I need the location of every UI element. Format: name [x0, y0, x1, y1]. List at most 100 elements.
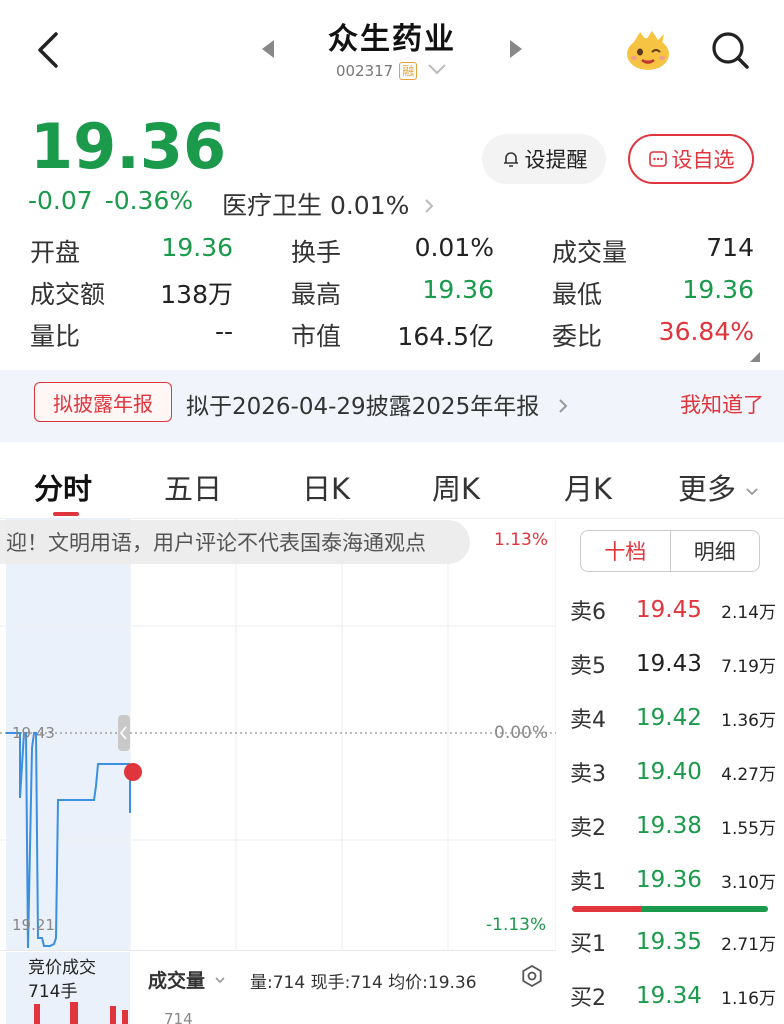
change-percent: -0.36% [104, 186, 194, 215]
auction-amount: 714手 [28, 982, 78, 1002]
tab-more[interactable]: 更多 [678, 466, 759, 508]
chart-tabs: 分时 五日 日K 周K 月K 更多 [0, 458, 784, 516]
pct-mid-label: 0.00% [494, 723, 549, 743]
stats-row: 成交额 138万 最高 19.36 最低 19.36 [30, 272, 754, 314]
search-icon[interactable] [708, 28, 752, 72]
ob-level: 卖2 [570, 816, 606, 841]
stat-value: -- [214, 317, 233, 346]
volume-dropdown-label: 成交量 [148, 970, 206, 992]
volume-axis-value: 714 [164, 1010, 193, 1024]
active-tab-indicator [53, 512, 79, 516]
expand-stats-icon[interactable] [750, 352, 760, 362]
ob-volume: 2.71万 [721, 934, 776, 955]
stat-amount: 成交额 138万 [30, 275, 291, 311]
ob-price: 19.42 [636, 705, 702, 731]
stat-label: 成交额 [30, 280, 106, 309]
tab-ten-level[interactable]: 十档 [581, 531, 671, 571]
stats-row: 开盘 19.36 换手 0.01% 成交量 714 [30, 230, 754, 272]
notice-text[interactable]: 拟于2026-04-29披露2025年年报 [186, 387, 569, 421]
chevron-down-icon [746, 488, 758, 496]
stat-open: 开盘 19.36 [30, 233, 291, 269]
ob-level: 卖4 [570, 708, 606, 733]
ob-price: 19.45 [636, 597, 702, 623]
stat-low: 最低 19.36 [552, 275, 754, 311]
add-watchlist-icon [648, 151, 667, 167]
stat-value: 164.5亿 [397, 322, 494, 351]
settings-icon[interactable] [520, 964, 544, 988]
set-alert-label: 设提醒 [524, 148, 588, 172]
ob-level: 卖6 [570, 600, 606, 625]
orderbook-row[interactable]: 卖4 19.42 1.36万 [570, 698, 776, 738]
orderbook-row[interactable]: 买1 19.35 2.71万 [570, 922, 776, 962]
ob-level: 卖3 [570, 762, 606, 787]
ob-price: 19.43 [636, 651, 702, 677]
stat-order-ratio: 委比 36.84% [552, 317, 754, 353]
ob-price: 19.36 [636, 867, 702, 893]
set-alert-button[interactable]: 设提醒 [482, 134, 606, 184]
stat-value: 19.36 [161, 233, 233, 262]
volume-info: 量:714 现手:714 均价:19.36 [250, 973, 477, 993]
next-stock-icon[interactable] [510, 40, 522, 58]
stat-value: 138万 [160, 280, 233, 309]
ob-price: 19.34 [636, 983, 702, 1009]
stat-value: 0.01% [414, 233, 494, 262]
orderbook-row[interactable]: 卖1 19.36 3.10万 [570, 860, 776, 900]
sector-label: 医疗卫生 0.01% [222, 191, 410, 220]
tab-daily-k[interactable]: 日K [302, 466, 350, 508]
tab-intraday[interactable]: 分时 [34, 466, 92, 508]
ob-volume: 1.55万 [721, 818, 776, 839]
tab-more-label: 更多 [678, 472, 737, 506]
bell-icon [503, 152, 518, 167]
chevron-down-icon [215, 977, 225, 984]
stats-grid: 开盘 19.36 换手 0.01% 成交量 714 成交额 138万 最高 19.36 最… [30, 230, 754, 356]
add-watchlist-button[interactable]: 设自选 [628, 134, 754, 184]
auction-title: 竞价成交 [28, 958, 96, 978]
tab-monthly-k[interactable]: 月K [564, 466, 612, 508]
notice-message: 拟于2026-04-29披露2025年年报 [186, 394, 540, 420]
ob-level: 买2 [570, 986, 606, 1011]
tab-five-day[interactable]: 五日 [164, 466, 222, 508]
stat-turnover: 换手 0.01% [291, 233, 552, 269]
stat-value: 19.36 [422, 275, 494, 304]
intraday-chart[interactable] [0, 518, 556, 950]
chart-grid [0, 518, 556, 950]
stat-label: 最低 [552, 280, 603, 309]
sector-link[interactable]: 医疗卫生 0.01% [222, 186, 435, 222]
volume-bars [34, 1002, 128, 1024]
ob-level: 卖5 [570, 654, 606, 679]
margin-badge: 融 [399, 62, 418, 80]
price-change: -0.07 -0.36% [28, 186, 205, 215]
tab-detail[interactable]: 明细 [671, 531, 760, 571]
ob-volume: 2.14万 [721, 602, 776, 623]
stat-label: 最高 [291, 280, 342, 309]
tab-weekly-k[interactable]: 周K [432, 466, 480, 508]
change-value: -0.07 [28, 186, 93, 215]
stat-volume: 成交量 714 [552, 233, 754, 269]
volume-indicator-dropdown[interactable]: 成交量 [148, 966, 226, 993]
orderbook-row[interactable]: 卖3 19.40 4.27万 [570, 752, 776, 792]
stat-value: 714 [706, 233, 754, 262]
stock-code: 002317 [335, 62, 394, 80]
stat-volume-ratio: 量比 -- [30, 317, 291, 353]
price-mid-label: 19.43 [12, 724, 55, 742]
dismiss-notice-button[interactable]: 我知道了 [680, 389, 764, 419]
orderbook-row[interactable]: 卖5 19.43 7.19万 [570, 644, 776, 684]
ob-volume: 1.36万 [721, 710, 776, 731]
chevron-right-icon [558, 399, 567, 413]
ask-ratio-segment [572, 906, 641, 912]
orderbook-row[interactable]: 卖6 19.45 2.14万 [570, 590, 776, 630]
pct-bottom-label: -1.13% [486, 915, 547, 935]
mascot-icon[interactable] [624, 28, 672, 72]
chevron-down-icon[interactable] [426, 62, 448, 76]
orderbook-row[interactable]: 卖2 19.38 1.55万 [570, 806, 776, 846]
stat-label: 委比 [552, 322, 603, 351]
add-watchlist-label: 设自选 [671, 148, 735, 172]
trade-marker-icon [124, 763, 142, 781]
auction-volume-label: 竞价成交 714手 [28, 956, 96, 1004]
orderbook-toggle: 十档 明细 [580, 530, 760, 572]
comment-ticker[interactable]: 迎！文明用语，用户评论不代表国泰海通观点 [0, 520, 470, 564]
orderbook-row[interactable]: 买2 19.34 1.16万 [570, 976, 776, 1016]
stat-label: 量比 [30, 322, 81, 351]
chevron-right-icon [425, 199, 434, 213]
current-price: 19.36 [30, 110, 227, 183]
